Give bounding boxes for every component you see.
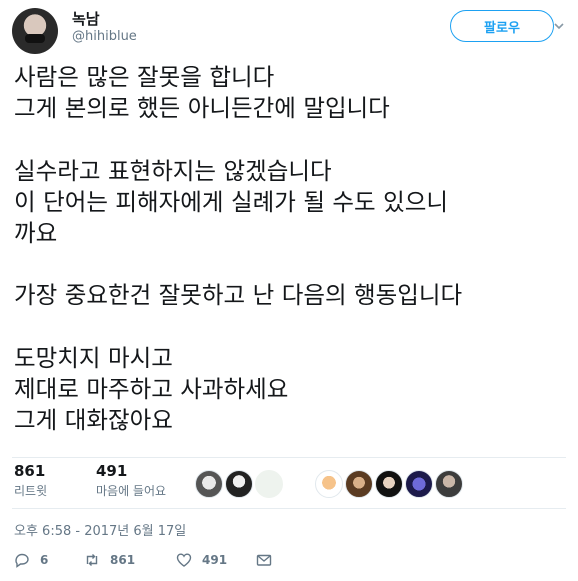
- reply-count: 6: [40, 553, 49, 567]
- tweet-timestamp[interactable]: 오후 6:58 - 2017년 6월 17일: [14, 520, 186, 539]
- retweet-icon: [86, 554, 98, 566]
- liker-avatar[interactable]: [255, 470, 283, 498]
- liker-avatar[interactable]: [345, 470, 373, 498]
- liker-avatar[interactable]: [225, 470, 253, 498]
- like-button[interactable]: 491: [176, 552, 227, 568]
- liker-avatar[interactable]: [435, 470, 463, 498]
- divider: [12, 457, 566, 458]
- likes-count: 491: [96, 462, 128, 480]
- liker-avatar[interactable]: [405, 470, 433, 498]
- follow-button[interactable]: 팔로우: [450, 10, 554, 42]
- likes-label: 마음에 들어요: [96, 484, 167, 498]
- retweets-label: 리트윗: [14, 484, 48, 498]
- avatar[interactable]: [12, 8, 58, 54]
- retweet-count: 861: [110, 553, 136, 567]
- divider: [12, 508, 566, 509]
- tweet-line: 사람은 많은 잘못을 합니다: [14, 63, 275, 91]
- retweets-stat[interactable]: 861 리트윗: [14, 462, 47, 499]
- display-name[interactable]: 녹남: [72, 8, 100, 29]
- tweet-line: 제대로 마주하고 사과하세요: [14, 375, 289, 404]
- reply-button[interactable]: 6: [14, 552, 48, 568]
- user-handle[interactable]: @hihiblue: [72, 29, 137, 44]
- tweet-line: 까요: [14, 219, 58, 248]
- heart-icon: [176, 553, 192, 567]
- retweet-button[interactable]: 861: [84, 552, 135, 568]
- reply-icon: [15, 553, 29, 568]
- retweets-count: 861: [14, 462, 46, 480]
- chevron-down-icon[interactable]: [552, 20, 566, 34]
- like-count: 491: [202, 553, 228, 567]
- tweet-line: 이 단어는 피해자에게 실례가 될 수도 있으니: [14, 187, 448, 216]
- avatar-mask: [25, 34, 45, 43]
- tweet-actions: 6 861 491: [14, 552, 566, 574]
- tweet-line: 그게 본의로 했든 아니든간에 말입니다: [14, 94, 390, 123]
- envelope-icon: [256, 554, 272, 566]
- liker-avatar[interactable]: [375, 470, 403, 498]
- liker-avatar[interactable]: [315, 470, 343, 498]
- tweet-line: 실수라고 표현하지는 않겠습니다: [14, 156, 332, 185]
- tweet-header: 녹남 @hihiblue 팔로우: [12, 6, 566, 54]
- tweet-line: 그게 대화잖아요: [14, 406, 173, 435]
- tweet-text: 사람은 많은 잘못을 합니다 그게 본의로 했든 아니든간에 말입니다 실수라고…: [14, 62, 569, 437]
- liker-avatar[interactable]: [195, 470, 223, 498]
- tweet-line: 가장 중요한건 잘못하고 난 다음의 행동입니다: [14, 281, 463, 310]
- tweet-stats: 861 리트윗 491 마음에 들어요: [14, 462, 566, 506]
- likes-stat[interactable]: 491 마음에 들어요: [96, 462, 166, 499]
- message-button[interactable]: [256, 552, 282, 568]
- tweet-line: 도망치지 마시고: [14, 343, 173, 372]
